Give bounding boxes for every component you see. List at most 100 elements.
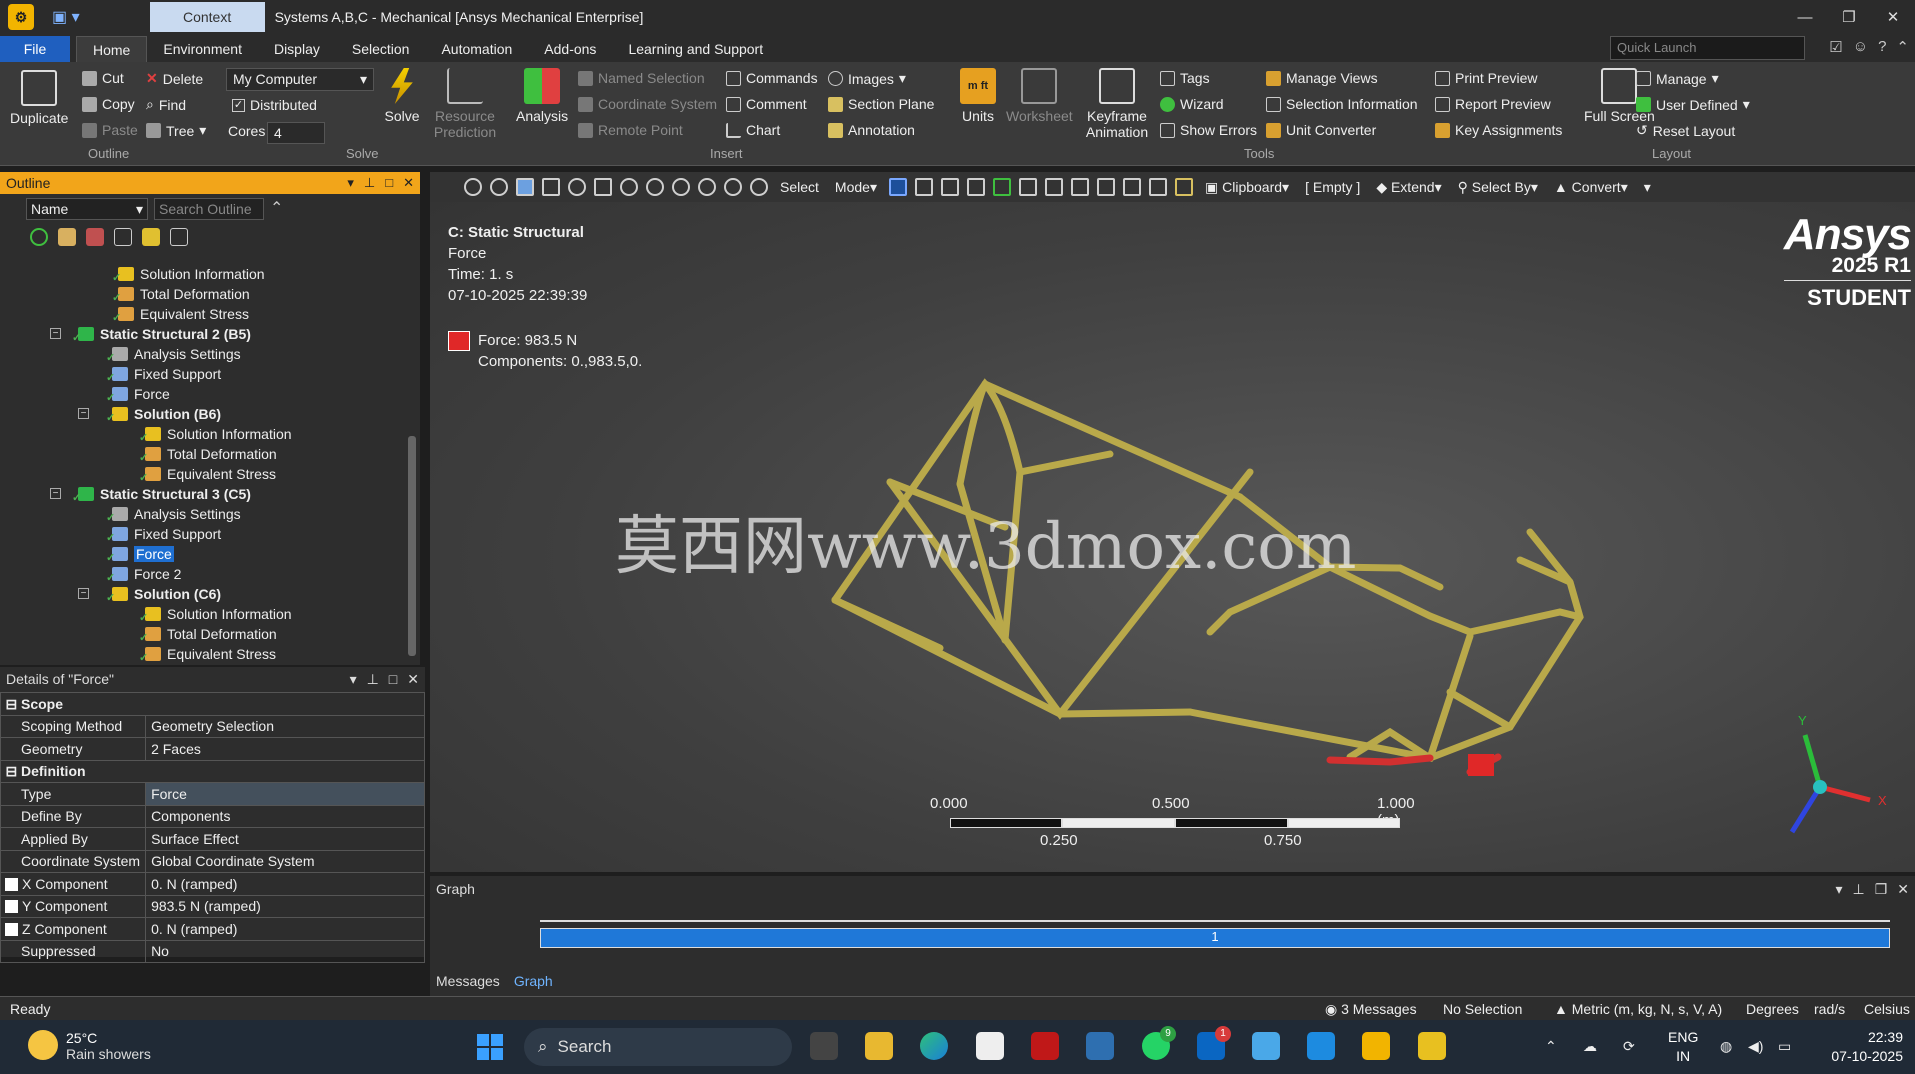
solve-button[interactable]: Solve xyxy=(384,68,420,124)
coordinate-system-button[interactable]: Coordinate System xyxy=(578,96,717,112)
zoom-fit-icon[interactable] xyxy=(698,178,716,196)
angle-unit-status[interactable]: Degrees xyxy=(1746,1001,1799,1017)
refresh-icon[interactable] xyxy=(30,228,48,246)
definition-section[interactable]: ⊟ Definition xyxy=(0,759,425,783)
tree-expander[interactable]: − xyxy=(78,588,89,599)
quick-launch-input[interactable]: Quick Launch xyxy=(1610,36,1805,60)
select-by-dropdown[interactable]: ⚲ Select By▾ xyxy=(1458,179,1538,196)
user-icon[interactable]: ☺ xyxy=(1853,38,1868,56)
notepad-icon[interactable] xyxy=(976,1032,1004,1060)
tab-home[interactable]: Home xyxy=(76,36,148,62)
close-icon[interactable]: ✕ xyxy=(407,671,419,687)
ansys-app-icon[interactable]: ⚙ xyxy=(8,4,34,30)
wireframe-icon[interactable] xyxy=(542,178,560,196)
rotate-icon[interactable] xyxy=(620,178,638,196)
close-icon[interactable]: ✕ xyxy=(1871,0,1915,34)
maximize-icon[interactable]: □ xyxy=(385,175,393,191)
expand-all-icon[interactable] xyxy=(114,228,132,246)
zoom-box-icon[interactable] xyxy=(672,178,690,196)
manage-layout-button[interactable]: Manage ▾ xyxy=(1636,70,1719,87)
mode-dropdown[interactable]: Mode▾ xyxy=(835,179,877,196)
name-filter-select[interactable]: Name ▾ xyxy=(26,198,148,220)
temperature-unit-status[interactable]: Celsius xyxy=(1864,1001,1910,1017)
tree-item[interactable]: ✓ Total Deformation xyxy=(139,624,277,644)
chart-button[interactable]: Chart xyxy=(726,122,780,138)
taskbar-search[interactable]: ⌕ Search xyxy=(524,1028,792,1066)
battery-icon[interactable]: ▭ xyxy=(1778,1038,1791,1055)
tree-item[interactable]: ✓ Static Structural 2 (B5) xyxy=(72,324,251,344)
lasso-icon[interactable] xyxy=(1096,178,1115,196)
calculator-icon[interactable] xyxy=(1086,1032,1114,1060)
comment-button[interactable]: Comment xyxy=(726,96,807,112)
table-row[interactable]: Type Force xyxy=(0,782,425,806)
tree-item[interactable]: ✓ Static Structural 3 (C5) xyxy=(72,484,251,504)
zoom-in-icon[interactable] xyxy=(464,178,482,196)
reset-layout-button[interactable]: ↺ Reset Layout xyxy=(1636,122,1735,139)
messages-status[interactable]: ◉ 3 Messages xyxy=(1325,1001,1417,1018)
tree-item[interactable]: ✓ Force xyxy=(106,544,174,564)
named-selection-button[interactable]: Named Selection xyxy=(578,70,705,86)
pan-icon[interactable] xyxy=(594,178,612,196)
tags-button[interactable]: Tags xyxy=(1160,70,1210,86)
volume-icon[interactable]: ◀) xyxy=(1748,1038,1763,1055)
delete-button[interactable]: ✕ Delete xyxy=(146,70,203,87)
parameter-checkbox[interactable] xyxy=(5,900,18,914)
tab-add-ons[interactable]: Add-ons xyxy=(528,36,612,62)
scope-section[interactable]: ⊟ Scope xyxy=(0,692,425,716)
wizard-button[interactable]: Wizard xyxy=(1160,96,1224,112)
task-view-icon[interactable] xyxy=(810,1032,838,1060)
cloud-icon[interactable]: ☁ xyxy=(1583,1038,1597,1055)
tray-expand-icon[interactable]: ⌃ xyxy=(1545,1038,1557,1055)
cores-input[interactable]: 4 xyxy=(267,122,325,144)
table-row[interactable]: Y Component 983.5 N (ramped) xyxy=(0,894,425,918)
select-body-icon[interactable] xyxy=(966,178,985,196)
select-mesh-icon[interactable] xyxy=(1044,178,1063,196)
tree-item[interactable]: ✓ Analysis Settings xyxy=(106,344,241,364)
tree-expander[interactable]: − xyxy=(78,408,89,419)
copy-button[interactable]: Copy xyxy=(82,96,135,112)
tree-expander[interactable]: − xyxy=(50,328,61,339)
select-label[interactable]: Select xyxy=(780,179,819,195)
search-outline-input[interactable]: Search Outline xyxy=(154,198,264,220)
resource-prediction-button[interactable]: Resource Prediction xyxy=(434,68,496,140)
select-vertex-icon[interactable] xyxy=(888,178,907,196)
maximize-icon[interactable]: □ xyxy=(389,671,397,687)
key-assignments-button[interactable]: Key Assignments xyxy=(1435,122,1562,138)
restore-icon[interactable]: ❐ xyxy=(1875,881,1888,897)
analysis-button[interactable]: Analysis xyxy=(516,68,568,124)
weather-widget[interactable]: 25°C Rain showers xyxy=(28,1030,151,1062)
select-face-icon[interactable] xyxy=(940,178,959,196)
cut-button[interactable]: Cut xyxy=(82,70,124,86)
outline-scrollbar[interactable] xyxy=(408,436,416,656)
tree-item[interactable]: ✓ Force 2 xyxy=(106,564,181,584)
show-errors-button[interactable]: Show Errors xyxy=(1160,122,1257,138)
chevron-up-icon[interactable]: ⌃ xyxy=(270,198,283,220)
unit-converter-button[interactable]: Unit Converter xyxy=(1266,122,1376,138)
tree-item[interactable]: ✓ Equivalent Stress xyxy=(139,644,276,664)
extend-dropdown[interactable]: ◆ Extend▾ xyxy=(1376,179,1441,196)
images-button[interactable]: Images ▾ xyxy=(828,70,906,87)
tree-item[interactable]: ✓ Fixed Support xyxy=(106,364,221,384)
tab-automation[interactable]: Automation xyxy=(425,36,528,62)
sync-icon[interactable]: ⟳ xyxy=(1623,1038,1635,1055)
tree-item[interactable]: ✓ Analysis Settings xyxy=(106,504,241,524)
look-at-icon[interactable] xyxy=(568,178,586,196)
clipboard-dropdown[interactable]: ▣ Clipboard▾ xyxy=(1205,179,1289,196)
manage-views-button[interactable]: Manage Views xyxy=(1266,70,1378,86)
table-row[interactable]: Applied By Surface Effect xyxy=(0,827,425,851)
spaceclaim-icon[interactable] xyxy=(1418,1032,1446,1060)
dropdown-icon[interactable]: ▾ xyxy=(347,175,354,191)
tree-expander[interactable]: − xyxy=(50,488,61,499)
feedback-icon[interactable]: ☑ xyxy=(1829,38,1842,56)
table-row[interactable]: X Component 0. N (ramped) xyxy=(0,872,425,896)
pin-icon[interactable]: ⊥ xyxy=(364,175,375,191)
solidworks-icon[interactable] xyxy=(1031,1032,1059,1060)
table-row[interactable]: Z Component 0. N (ramped) xyxy=(0,917,425,941)
find-button[interactable]: ⌕ Find xyxy=(146,96,186,113)
tab-learning-support[interactable]: Learning and Support xyxy=(612,36,779,62)
solve-target-select[interactable]: My Computer ▾ xyxy=(226,68,374,91)
tab-graph[interactable]: Graph xyxy=(514,973,553,989)
app-window-icon[interactable] xyxy=(1307,1032,1335,1060)
unit-system-status[interactable]: ▲ Metric (m, kg, N, s, V, A) xyxy=(1554,1001,1722,1017)
save-icon[interactable]: ▣ ▾ xyxy=(52,7,80,27)
